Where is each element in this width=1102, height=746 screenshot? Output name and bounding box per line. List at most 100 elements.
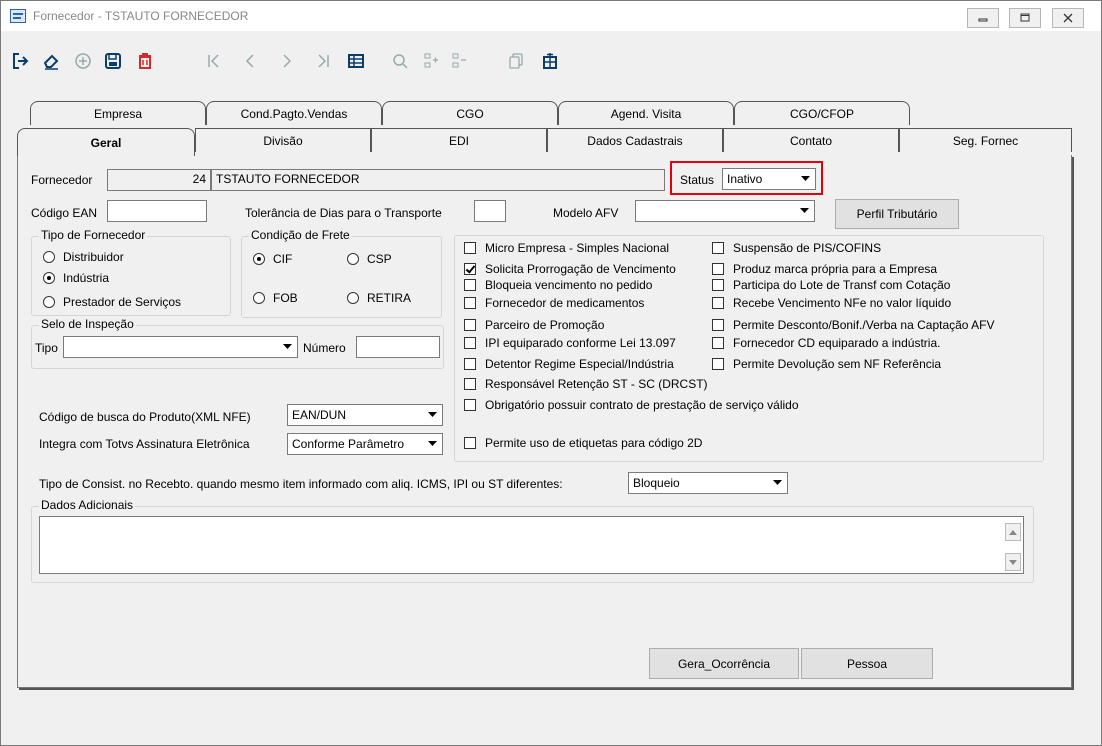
clear-button[interactable] [39, 47, 63, 75]
add-button[interactable] [71, 47, 95, 75]
perfil-tributario-button[interactable]: Perfil Tributário [835, 199, 959, 229]
save-button[interactable] [101, 47, 125, 75]
tab-cond-pagto-vendas[interactable]: Cond.Pagto.Vendas [206, 101, 382, 125]
copy-icon [509, 53, 523, 69]
checkbox-indicator [464, 358, 476, 370]
radio-cif[interactable]: CIF [253, 252, 292, 266]
fornecedor-name-field[interactable]: TSTAUTO FORNECEDOR [211, 169, 665, 191]
tab-contato[interactable]: Contato [723, 128, 899, 152]
radio-prestador-servicos[interactable]: Prestador de Serviços [43, 295, 181, 309]
check-desconto-afv[interactable]: Permite Desconto/Bonif./Verba na Captaçã… [712, 318, 994, 332]
check-suspensao-pis-cofins[interactable]: Suspensão de PIS/COFINS [712, 241, 881, 255]
previous-record-button[interactable] [238, 47, 262, 75]
check-detentor-regime[interactable]: Detentor Regime Especial/Indústria [464, 357, 674, 371]
status-highlight [670, 161, 823, 195]
tab-cgo-cfop[interactable]: CGO/CFOP [734, 101, 910, 125]
check-responsavel-retencao[interactable]: Responsável Retenção ST - SC (DRCST) [464, 377, 708, 391]
consist-select[interactable]: Bloqueio [628, 472, 788, 494]
check-cd-equiparado[interactable]: Fornecedor CD equiparado a indústria. [712, 336, 940, 350]
fornecedor-code-field[interactable]: 24 [107, 169, 211, 191]
check-etiquetas-2d[interactable]: Permite uso de etiquetas para código 2D [464, 436, 702, 450]
scroll-up-button[interactable] [1005, 523, 1021, 541]
radio-industria[interactable]: Indústria [43, 271, 109, 285]
first-record-icon [208, 54, 219, 68]
delete-icon [139, 53, 151, 69]
remove-list-icon [452, 53, 466, 68]
selo-tipo-select[interactable] [63, 336, 298, 358]
checkbox-indicator [712, 337, 724, 349]
scroll-down-icon [1009, 559, 1017, 565]
gera-ocorrencia-button[interactable]: Gera_Ocorrência [649, 648, 799, 679]
eraser-icon [43, 54, 59, 70]
tab-seg-fornec[interactable]: Seg. Fornec [899, 128, 1072, 152]
integra-totvs-label: Integra com Totvs Assinatura Eletrônica [39, 437, 250, 451]
checkbox-indicator [712, 242, 724, 254]
checkbox-indicator [464, 279, 476, 291]
dropdown-arrow-icon [278, 338, 296, 356]
check-marca-propria[interactable]: Produz marca própria para a Empresa [712, 262, 937, 276]
check-parceiro-promocao[interactable]: Parceiro de Promoção [464, 318, 604, 332]
add-circle-icon [75, 53, 91, 69]
ean-field[interactable] [107, 200, 207, 222]
dados-adicionais-textarea[interactable] [39, 516, 1024, 574]
radio-retira[interactable]: RETIRA [347, 291, 411, 305]
checkbox-indicator [464, 297, 476, 309]
codigo-busca-select[interactable]: EAN/DUN [287, 404, 443, 426]
check-lote-transf[interactable]: Participa do Lote de Transf com Cotação [712, 278, 950, 292]
check-contrato-prestacao[interactable]: Obrigatório possuir contrato de prestaçã… [464, 398, 799, 412]
tab-edi[interactable]: EDI [371, 128, 547, 152]
next-record-icon [283, 54, 292, 68]
scroll-down-button[interactable] [1005, 553, 1021, 571]
next-record-button[interactable] [275, 47, 299, 75]
tab-divisao[interactable]: Divisão [195, 128, 371, 152]
check-fornecedor-medicamentos[interactable]: Fornecedor de medicamentos [464, 296, 644, 310]
radio-indicator [43, 296, 55, 308]
radio-distribuidor[interactable]: Distribuidor [43, 250, 124, 264]
selo-numero-field[interactable] [356, 336, 440, 358]
tab-cgo[interactable]: CGO [382, 101, 558, 125]
radio-csp[interactable]: CSP [347, 252, 392, 266]
integra-totvs-select[interactable]: Conforme Parâmetro [287, 433, 443, 455]
checkbox-indicator [712, 319, 724, 331]
condicao-frete-group [241, 236, 442, 318]
radio-indicator [253, 292, 265, 304]
close-button[interactable] [1052, 8, 1084, 28]
main-window: Fornecedor - TSTAUTO FORNECEDOR Empresa … [0, 0, 1102, 746]
maximize-button[interactable] [1009, 8, 1041, 28]
check-solicita-prorrogacao[interactable]: Solicita Prorrogação de Vencimento [464, 262, 676, 276]
tolerancia-label: Tolerância de Dias para o Transporte [245, 206, 442, 220]
tab-agend-visita[interactable]: Agend. Visita [558, 101, 734, 125]
minimize-button[interactable] [967, 8, 999, 28]
check-micro-empresa[interactable]: Micro Empresa - Simples Nacional [464, 241, 669, 255]
tab-dados-cadastrais[interactable]: Dados Cadastrais [547, 128, 723, 152]
radio-fob[interactable]: FOB [253, 291, 298, 305]
tipo-fornecedor-title: Tipo de Fornecedor [39, 228, 148, 242]
checkbox-indicator [712, 358, 724, 370]
modelo-afv-select[interactable] [635, 200, 815, 222]
tab-empresa[interactable]: Empresa [30, 101, 206, 125]
exit-button[interactable] [9, 47, 33, 75]
dropdown-arrow-icon [768, 474, 786, 492]
check-bloqueia-vencimento[interactable]: Bloqueia vencimento no pedido [464, 278, 652, 292]
tolerancia-field[interactable] [474, 200, 506, 222]
grid-button[interactable] [344, 47, 368, 75]
modelo-afv-label: Modelo AFV [553, 206, 619, 220]
search-button[interactable] [388, 47, 412, 75]
check-ipi-equiparado[interactable]: IPI equiparado conforme Lei 13.097 [464, 336, 676, 350]
add-list-button[interactable] [419, 47, 443, 75]
calculator-button[interactable] [538, 47, 562, 75]
dropdown-arrow-icon [423, 435, 441, 453]
check-vencimento-nfe[interactable]: Recebe Vencimento NFe no valor líquido [712, 296, 951, 310]
add-list-icon [424, 53, 438, 68]
remove-list-button[interactable] [447, 47, 471, 75]
delete-button[interactable] [133, 47, 157, 75]
pessoa-button[interactable]: Pessoa [801, 648, 933, 679]
search-icon [393, 54, 408, 69]
ean-label: Código EAN [31, 206, 98, 220]
first-record-button[interactable] [202, 47, 226, 75]
copy-button[interactable] [504, 47, 528, 75]
dropdown-arrow-icon [795, 202, 813, 220]
last-record-button[interactable] [311, 47, 335, 75]
tab-geral[interactable]: Geral [17, 128, 195, 156]
check-devolucao-sem-nf[interactable]: Permite Devolução sem NF Referência [712, 357, 941, 371]
